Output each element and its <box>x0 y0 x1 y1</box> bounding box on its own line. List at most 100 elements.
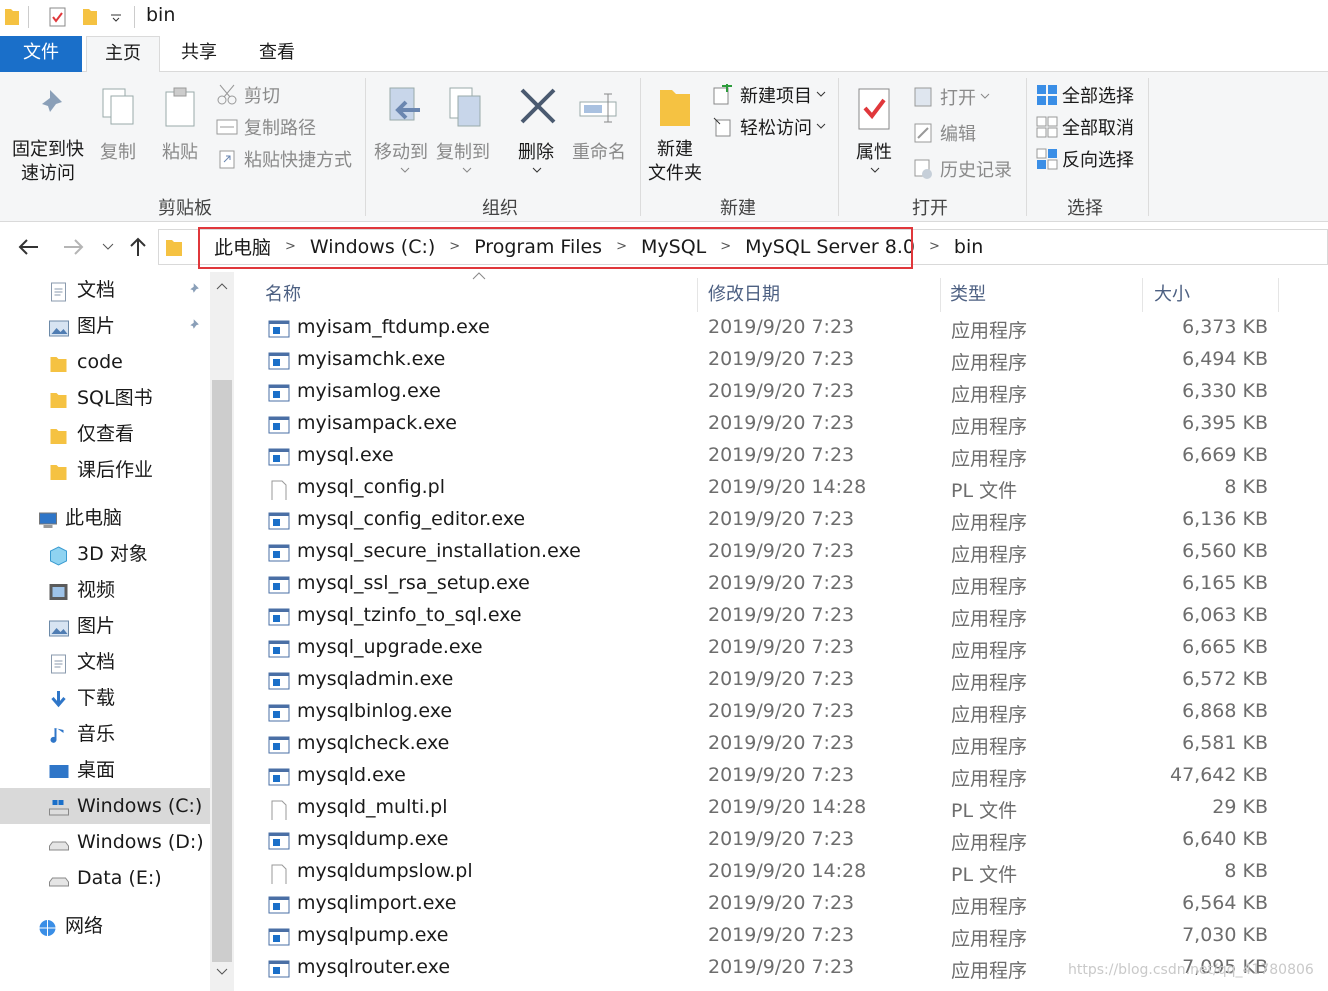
file-row[interactable]: mysqld_multi.pl 2019/9/20 14:28 PL 文件 29 KB <box>234 793 1328 825</box>
up-arrow-icon[interactable] <box>128 236 148 258</box>
folder-icon <box>50 465 67 480</box>
scroll-up-icon[interactable] <box>216 282 228 290</box>
column-header-size[interactable]: 大小 <box>1154 280 1190 306</box>
exe-file-icon <box>268 768 290 786</box>
file-row[interactable]: mysqlpump.exe 2019/9/20 7:23 应用程序 7,030 KB <box>234 921 1328 953</box>
scroll-down-icon[interactable] <box>216 968 228 976</box>
nav-item-label: 课后作业 <box>77 459 154 481</box>
crumb-separator-icon[interactable]: > <box>929 239 940 254</box>
new-folder-icon[interactable] <box>82 6 98 26</box>
file-row[interactable]: mysql.exe 2019/9/20 7:23 应用程序 6,669 KB <box>234 441 1328 473</box>
file-date: 2019/9/20 7:23 <box>708 956 855 978</box>
exe-file-icon <box>268 672 290 690</box>
file-row[interactable]: mysqld.exe 2019/9/20 7:23 应用程序 47,642 KB <box>234 761 1328 793</box>
file-size: 6,165 KB <box>1182 572 1268 594</box>
recent-locations-chevron-icon[interactable] <box>102 242 114 252</box>
file-row[interactable]: mysqlcheck.exe 2019/9/20 7:23 应用程序 6,581 KB <box>234 729 1328 761</box>
download-icon <box>51 691 66 708</box>
group-open-label: 打开 <box>912 198 948 219</box>
delete-button[interactable]: 删除 <box>512 78 562 190</box>
pin-quick-access-button[interactable]: 固定到快 速访问 <box>6 78 90 190</box>
tab-view[interactable]: 查看 <box>244 36 310 72</box>
file-date: 2019/9/20 7:23 <box>708 636 855 658</box>
new-folder-button[interactable]: 新建 文件夹 <box>646 78 708 190</box>
exe-file-icon <box>268 960 290 978</box>
column-header-type[interactable]: 类型 <box>950 280 986 306</box>
copy-button[interactable]: 复制 <box>94 78 144 190</box>
file-row[interactable]: mysql_ssl_rsa_setup.exe 2019/9/20 7:23 应用程… <box>234 569 1328 601</box>
copy-to-button[interactable]: 复制到 <box>434 78 496 190</box>
computer-icon <box>39 512 57 528</box>
nav-scrollbar[interactable] <box>210 272 234 991</box>
file-type: PL 文件 <box>951 864 1018 886</box>
nav-item-label: code <box>77 351 123 373</box>
file-type: 应用程序 <box>951 576 1028 598</box>
file-size: 7,030 KB <box>1182 924 1268 946</box>
paste-shortcut-label: 粘贴快捷方式 <box>244 150 352 171</box>
properties-label: 属性 <box>856 142 892 163</box>
file-type: 应用程序 <box>951 672 1028 694</box>
file-type: 应用程序 <box>951 960 1028 982</box>
file-date: 2019/9/20 14:28 <box>708 796 867 818</box>
invert-selection-label: 反向选择 <box>1062 150 1134 171</box>
file-row[interactable]: mysql_config_editor.exe 2019/9/20 7:23 应用程… <box>234 505 1328 537</box>
crumb-bin[interactable]: bin <box>954 236 983 258</box>
tab-home[interactable]: 主页 <box>86 36 160 73</box>
file-row[interactable]: mysql_secure_installation.exe 2019/9/20 7… <box>234 537 1328 569</box>
file-name: mysqlpump.exe <box>297 924 449 946</box>
properties-button[interactable]: 属性 <box>850 78 904 190</box>
nav-item-label: 音乐 <box>77 723 116 745</box>
file-row[interactable]: mysqlbinlog.exe 2019/9/20 7:23 应用程序 6,868 K… <box>234 697 1328 729</box>
rename-button[interactable]: 重命名 <box>570 78 630 190</box>
copy-to-label: 复制到 <box>436 142 490 163</box>
column-header-date[interactable]: 修改日期 <box>708 280 780 306</box>
file-row[interactable]: myisampack.exe 2019/9/20 7:23 应用程序 6,395 KB <box>234 409 1328 441</box>
file-row[interactable]: myisamchk.exe 2019/9/20 7:23 应用程序 6,494 KB <box>234 345 1328 377</box>
file-date: 2019/9/20 7:23 <box>708 316 855 338</box>
new-folder-label: 新建 文件夹 <box>648 139 702 184</box>
folder-icon <box>166 240 182 256</box>
tab-file[interactable]: 文件 <box>0 36 82 72</box>
chevron-down-icon <box>400 167 410 173</box>
picture-icon <box>49 620 69 637</box>
file-type: 应用程序 <box>951 736 1028 758</box>
clipboard-icon <box>165 87 195 127</box>
file-name: mysqladmin.exe <box>297 668 454 690</box>
file-row[interactable]: mysql_tzinfo_to_sql.exe 2019/9/20 7:23 应用程… <box>234 601 1328 633</box>
tab-share[interactable]: 共享 <box>166 36 232 72</box>
file-row[interactable]: mysqldump.exe 2019/9/20 7:23 应用程序 6,640 KB <box>234 825 1328 857</box>
file-type: 应用程序 <box>951 512 1028 534</box>
file-size: 6,564 KB <box>1182 892 1268 914</box>
file-type: 应用程序 <box>951 640 1028 662</box>
file-size: 6,581 KB <box>1182 732 1268 754</box>
back-arrow-icon[interactable] <box>16 237 40 257</box>
video-icon <box>49 584 68 600</box>
file-row[interactable]: myisamlog.exe 2019/9/20 7:23 应用程序 6,330 KB <box>234 377 1328 409</box>
network-icon <box>39 920 56 936</box>
drive-icon <box>49 877 69 887</box>
chevron-down-icon[interactable] <box>110 12 122 24</box>
move-to-button[interactable]: 移动到 <box>372 78 434 190</box>
column-header-name[interactable]: 名称 <box>265 280 301 306</box>
file-row[interactable]: myisam_ftdump.exe 2019/9/20 7:23 应用程序 6,373… <box>234 313 1328 345</box>
file-type: 应用程序 <box>951 384 1028 406</box>
exe-file-icon <box>268 352 290 370</box>
file-row[interactable]: mysqlimport.exe 2019/9/20 7:23 应用程序 6,564 K… <box>234 889 1328 921</box>
file-row[interactable]: mysqldumpslow.pl 2019/9/20 14:28 PL 文件 8 KB <box>234 857 1328 889</box>
file-type: 应用程序 <box>951 928 1028 950</box>
file-date: 2019/9/20 7:23 <box>708 764 855 786</box>
scrollbar-thumb[interactable] <box>212 380 232 962</box>
exe-file-icon <box>268 928 290 946</box>
properties-icon[interactable] <box>48 6 68 28</box>
file-row[interactable]: mysqladmin.exe 2019/9/20 7:23 应用程序 6,572 KB <box>234 665 1328 697</box>
forward-arrow-icon[interactable] <box>62 237 86 257</box>
select-all-icon <box>1037 85 1057 105</box>
watermark: https://blog.csdn.net/qq_41780806 <box>1068 962 1314 978</box>
nav-item-label: 文档 <box>77 279 116 301</box>
delete-label: 删除 <box>518 142 554 163</box>
paste-button[interactable]: 粘贴 <box>156 78 206 190</box>
history-icon <box>914 159 932 179</box>
file-row[interactable]: mysql_config.pl 2019/9/20 14:28 PL 文件 8 KB <box>234 473 1328 505</box>
file-row[interactable]: mysql_upgrade.exe 2019/9/20 7:23 应用程序 6,665… <box>234 633 1328 665</box>
exe-file-icon <box>268 704 290 722</box>
